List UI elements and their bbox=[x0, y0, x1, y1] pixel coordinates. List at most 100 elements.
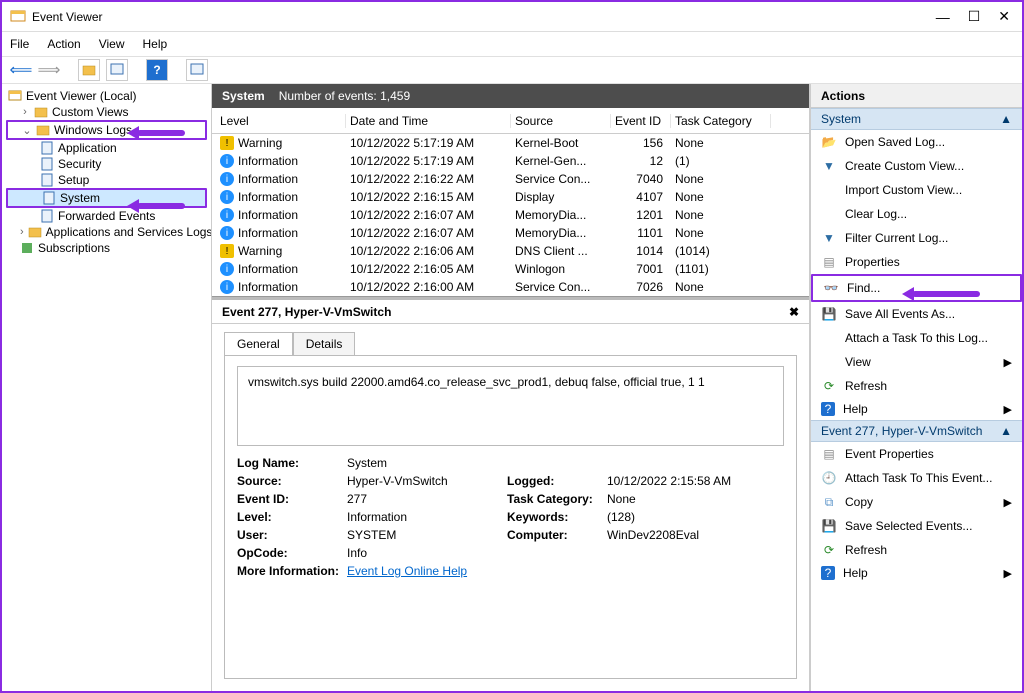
v-user: SYSTEM bbox=[347, 528, 507, 542]
warning-icon: ! bbox=[220, 136, 234, 150]
table-row[interactable]: iInformation10/12/2022 2:16:00 AMService… bbox=[212, 278, 809, 296]
expand-icon[interactable]: › bbox=[20, 106, 30, 118]
chevron-right-icon: ▶ bbox=[1004, 567, 1012, 580]
detail-body: vmswitch.sys build 22000.amd64.co_releas… bbox=[224, 355, 797, 679]
col-task[interactable]: Task Category bbox=[671, 114, 771, 128]
tree-windows-logs[interactable]: ⌄ Windows Logs bbox=[6, 120, 207, 140]
action-help-2[interactable]: ?Help▶ bbox=[811, 562, 1022, 584]
table-row[interactable]: iInformation10/12/2022 2:16:15 AMDisplay… bbox=[212, 188, 809, 206]
table-row[interactable]: iInformation10/12/2022 5:17:19 AMKernel-… bbox=[212, 152, 809, 170]
action-attach-task-log[interactable]: Attach a Task To this Log... bbox=[811, 326, 1022, 350]
cell-date: 10/12/2022 2:16:00 AM bbox=[346, 280, 511, 294]
action-attach-task-event[interactable]: 🕘Attach Task To This Event... bbox=[811, 466, 1022, 490]
titlebar: Event Viewer — ☐ ✕ bbox=[2, 2, 1022, 32]
minimize-button[interactable]: — bbox=[936, 9, 950, 25]
table-row[interactable]: iInformation10/12/2022 2:16:22 AMService… bbox=[212, 170, 809, 188]
cell-task: (1) bbox=[671, 154, 771, 168]
menu-help[interactable]: Help bbox=[143, 37, 168, 51]
tree-label: Windows Logs bbox=[54, 123, 132, 137]
table-row[interactable]: iInformation10/12/2022 2:16:07 AMMemoryD… bbox=[212, 206, 809, 224]
action-properties[interactable]: ▤Properties bbox=[811, 250, 1022, 274]
toolbar-help-button[interactable]: ? bbox=[146, 59, 168, 81]
detail-close-button[interactable]: ✖ bbox=[789, 305, 799, 319]
cell-date: 10/12/2022 2:16:07 AM bbox=[346, 208, 511, 222]
k-user: User: bbox=[237, 528, 347, 542]
cell-level: Warning bbox=[238, 244, 282, 258]
toolbar-btn-2[interactable] bbox=[106, 59, 128, 81]
toolbar-btn-3[interactable] bbox=[186, 59, 208, 81]
table-row[interactable]: !Warning10/12/2022 2:16:06 AMDNS Client … bbox=[212, 242, 809, 260]
v-logged: 10/12/2022 2:15:58 AM bbox=[607, 474, 787, 488]
action-find[interactable]: 👓Find... bbox=[811, 274, 1022, 302]
action-help[interactable]: ?Help▶ bbox=[811, 398, 1022, 420]
menubar: File Action View Help bbox=[2, 32, 1022, 56]
action-clear-log[interactable]: Clear Log... bbox=[811, 202, 1022, 226]
close-button[interactable]: ✕ bbox=[998, 8, 1010, 25]
col-eventid[interactable]: Event ID bbox=[611, 114, 671, 128]
action-view[interactable]: View▶ bbox=[811, 350, 1022, 374]
action-open-saved-log[interactable]: 📂Open Saved Log... bbox=[811, 130, 1022, 154]
tree-root[interactable]: Event Viewer (Local) bbox=[6, 88, 207, 104]
expand-icon[interactable]: › bbox=[20, 226, 24, 238]
toolbar-btn-1[interactable] bbox=[78, 59, 100, 81]
event-count: Number of events: 1,459 bbox=[279, 89, 410, 103]
action-create-custom-view[interactable]: ▼Create Custom View... bbox=[811, 154, 1022, 178]
tab-details[interactable]: Details bbox=[293, 332, 356, 355]
tree-system[interactable]: System bbox=[6, 188, 207, 208]
tree-subscriptions[interactable]: Subscriptions bbox=[6, 240, 207, 256]
tree-forwarded-events[interactable]: Forwarded Events bbox=[6, 208, 207, 224]
tree-label: Subscriptions bbox=[38, 241, 110, 255]
v-eventid: 277 bbox=[347, 492, 507, 506]
forward-button[interactable]: ⟹ bbox=[38, 59, 60, 81]
action-copy[interactable]: ⧉Copy▶ bbox=[811, 490, 1022, 514]
open-folder-icon: 📂 bbox=[821, 134, 837, 150]
tree-security[interactable]: Security bbox=[6, 156, 207, 172]
tree-application[interactable]: Application bbox=[6, 140, 207, 156]
table-row[interactable]: !Warning10/12/2022 5:17:19 AMKernel-Boot… bbox=[212, 134, 809, 152]
action-refresh-2[interactable]: ⟳Refresh bbox=[811, 538, 1022, 562]
action-event-properties[interactable]: ▤Event Properties bbox=[811, 442, 1022, 466]
col-source[interactable]: Source bbox=[511, 114, 611, 128]
table-row[interactable]: iInformation10/12/2022 2:16:05 AMWinlogo… bbox=[212, 260, 809, 278]
tab-general[interactable]: General bbox=[224, 332, 293, 355]
collapse-icon[interactable]: ▲ bbox=[1000, 424, 1012, 438]
menu-action[interactable]: Action bbox=[47, 37, 80, 51]
maximize-button[interactable]: ☐ bbox=[968, 8, 981, 25]
cell-task: None bbox=[671, 190, 771, 204]
col-level[interactable]: Level bbox=[216, 114, 346, 128]
cell-date: 10/12/2022 2:16:07 AM bbox=[346, 226, 511, 240]
action-refresh[interactable]: ⟳Refresh bbox=[811, 374, 1022, 398]
back-button[interactable]: ⟸ bbox=[10, 59, 32, 81]
chevron-right-icon: ▶ bbox=[1004, 496, 1012, 509]
blank-icon bbox=[821, 206, 837, 222]
help-icon: ? bbox=[821, 566, 835, 580]
log-icon bbox=[40, 209, 54, 223]
cell-eventid: 1014 bbox=[611, 244, 671, 258]
action-filter-log[interactable]: ▼Filter Current Log... bbox=[811, 226, 1022, 250]
cell-date: 10/12/2022 2:16:15 AM bbox=[346, 190, 511, 204]
v-opcode: Info bbox=[347, 546, 507, 560]
cell-date: 10/12/2022 2:16:05 AM bbox=[346, 262, 511, 276]
tree-setup[interactable]: Setup bbox=[6, 172, 207, 188]
collapse-icon[interactable]: ⌄ bbox=[22, 124, 32, 137]
cell-source: Kernel-Boot bbox=[511, 136, 611, 150]
menu-file[interactable]: File bbox=[10, 37, 29, 51]
action-save-all-events[interactable]: 💾Save All Events As... bbox=[811, 302, 1022, 326]
table-row[interactable]: iInformation10/12/2022 2:16:07 AMMemoryD… bbox=[212, 224, 809, 242]
action-import-custom-view[interactable]: Import Custom View... bbox=[811, 178, 1022, 202]
cell-level: Information bbox=[238, 154, 298, 168]
cell-level: Information bbox=[238, 280, 298, 294]
save-icon: 💾 bbox=[821, 518, 837, 534]
collapse-icon[interactable]: ▲ bbox=[1000, 112, 1012, 126]
action-save-selected[interactable]: 💾Save Selected Events... bbox=[811, 514, 1022, 538]
tree-custom-views[interactable]: › Custom Views bbox=[6, 104, 207, 120]
k-taskcat: Task Category: bbox=[507, 492, 607, 506]
tree-apps-services[interactable]: › Applications and Services Logs bbox=[6, 224, 207, 240]
menu-view[interactable]: View bbox=[99, 37, 125, 51]
event-log-help-link[interactable]: Event Log Online Help bbox=[347, 564, 467, 578]
actions-section-event[interactable]: Event 277, Hyper-V-VmSwitch ▲ bbox=[811, 420, 1022, 442]
col-date[interactable]: Date and Time bbox=[346, 114, 511, 128]
warning-icon: ! bbox=[220, 244, 234, 258]
actions-section-system[interactable]: System ▲ bbox=[811, 108, 1022, 130]
v-level: Information bbox=[347, 510, 507, 524]
